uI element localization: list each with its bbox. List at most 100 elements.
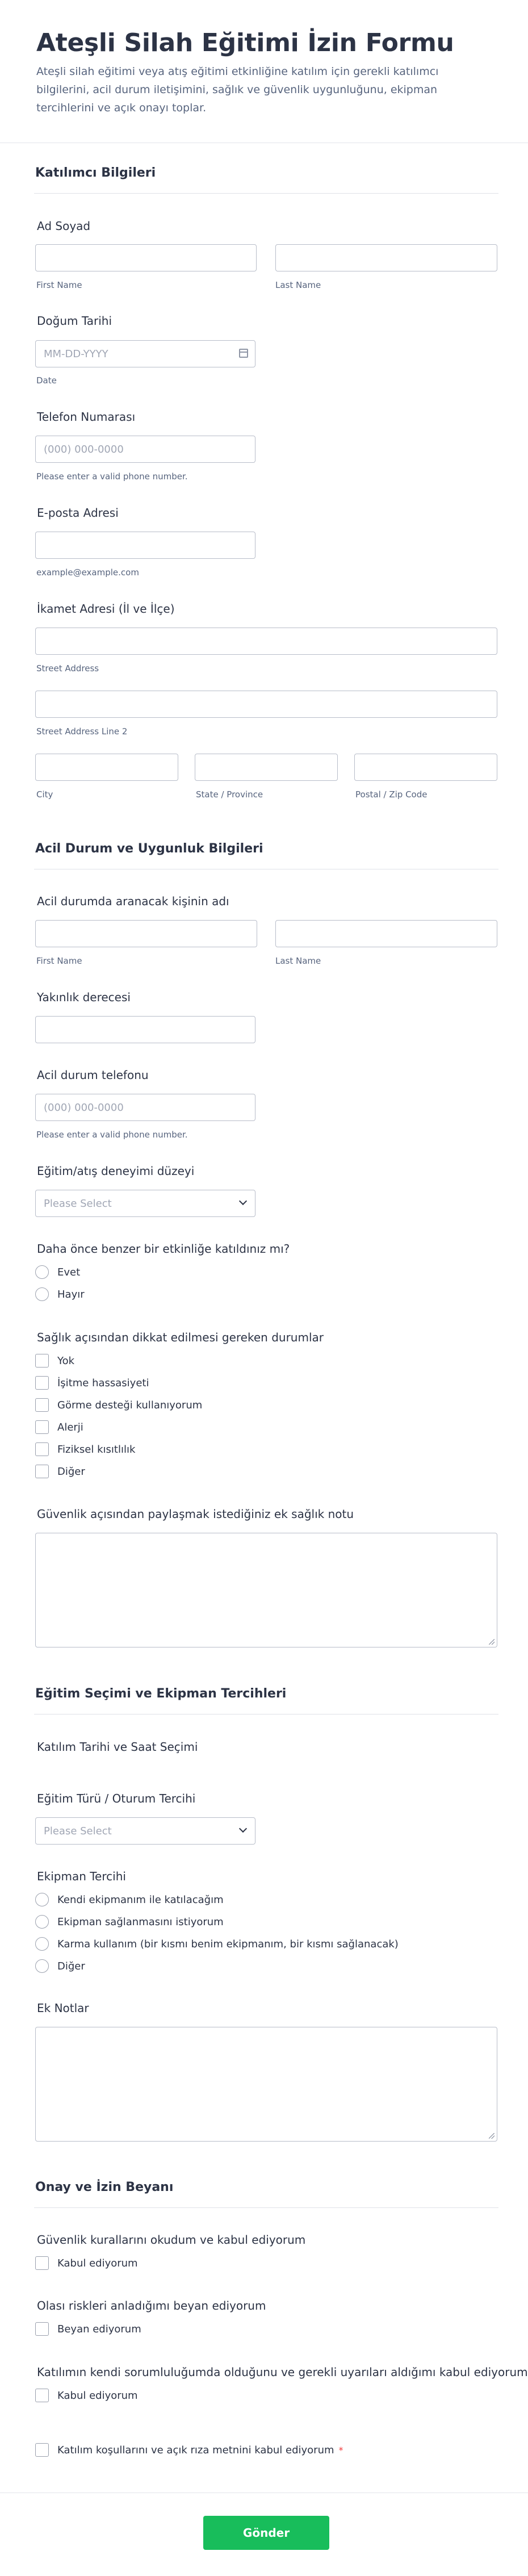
option-label: Evet [57, 1266, 81, 1278]
checkbox[interactable] [35, 1420, 49, 1434]
responsibility-label: Katılımın kendi sorumluluğumda olduğunu … [37, 2365, 528, 2379]
training-type-label: Eğitim Türü / Oturum Tercihi [37, 1792, 196, 1805]
emergency-phone-input[interactable]: (000) 000-0000 [35, 1094, 255, 1121]
option-label: Görme desteği kullanıyorum [57, 1399, 203, 1411]
state-sublabel: State / Province [196, 789, 263, 800]
emergency-contact-label: Acil durumda aranacak kişinin adı [37, 894, 229, 908]
checkbox[interactable] [35, 1465, 49, 1478]
checkbox[interactable] [35, 2443, 49, 2457]
option-label: Diğer [57, 1960, 85, 1972]
datetime-label: Katılım Tarihi ve Saat Seçimi [37, 1740, 198, 1754]
health-option[interactable]: Fiziksel kısıtlılık [35, 1442, 135, 1457]
option-label: Hayır [57, 1288, 85, 1300]
resize-grip-icon[interactable] [489, 1639, 495, 1645]
section-title-participant: Katılımcı Bilgileri [35, 166, 156, 180]
calendar-icon[interactable] [239, 349, 248, 358]
phone-sublabel: Please enter a valid phone number. [36, 471, 188, 482]
option-label: Karma kullanım (bir kısmı benim ekipmanı… [57, 1938, 399, 1950]
street-address-2-input[interactable] [35, 691, 497, 718]
risks-label: Olası riskleri anladığımı beyan ediyorum [37, 2299, 266, 2312]
radio-button[interactable] [35, 1915, 49, 1929]
required-marker: * [338, 2444, 343, 2456]
section-title-emergency: Acil Durum ve Uygunluk Bilgileri [35, 842, 263, 856]
first-name-sublabel: First Name [36, 280, 82, 290]
form-description: Ateşli silah eğitimi veya atış eğitimi e… [36, 65, 439, 114]
equipment-option[interactable]: Karma kullanım (bir kısmı benim ekipmanı… [35, 1937, 399, 1951]
checkbox[interactable] [35, 2256, 49, 2270]
phone-label: Telefon Numarası [37, 410, 136, 424]
first-name-input[interactable] [35, 244, 257, 271]
health-option[interactable]: İşitme hassasiyeti [35, 1375, 149, 1390]
radio-button[interactable] [35, 1959, 49, 1973]
option-label: Yok [57, 1354, 75, 1367]
radio-button[interactable] [35, 1265, 49, 1279]
zip-input[interactable] [354, 754, 497, 781]
email-label: E-posta Adresi [37, 506, 119, 520]
emergency-last-name-input[interactable] [275, 920, 497, 947]
terms-label: Katılım koşullarını ve açık rıza metnini… [57, 2444, 334, 2456]
form-title: Ateşli Silah Eğitimi İzin Formu [36, 28, 454, 57]
state-input[interactable] [195, 754, 338, 781]
city-sublabel: City [36, 789, 53, 800]
health-note-textarea[interactable] [35, 1533, 497, 1647]
option-label: Kabul ediyorum [57, 2389, 138, 2402]
name-label: Ad Soyad [37, 219, 91, 233]
emergency-phone-label: Acil durum telefonu [37, 1068, 149, 1082]
section-title-training: Eğitim Seçimi ve Ekipman Tercihleri [35, 1687, 287, 1701]
attended-option-yes[interactable]: Evet [35, 1265, 80, 1279]
checkbox[interactable] [35, 1442, 49, 1456]
section-title-consent: Onay ve İzin Beyanı [35, 2180, 174, 2194]
health-option[interactable]: Görme desteği kullanıyorum [35, 1398, 202, 1412]
terms-option[interactable]: Katılım koşullarını ve açık rıza metnini… [35, 2443, 343, 2457]
rules-option[interactable]: Kabul ediyorum [35, 2256, 138, 2270]
equipment-option[interactable]: Diğer [35, 1959, 85, 1973]
checkbox[interactable] [35, 1354, 49, 1368]
email-input[interactable] [35, 532, 255, 559]
checkbox[interactable] [35, 2322, 49, 2336]
attended-label: Daha önce benzer bir etkinliğe katıldını… [37, 1242, 290, 1256]
equipment-option[interactable]: Kendi ekipmanım ile katılacağım [35, 1892, 224, 1907]
checkbox[interactable] [35, 1398, 49, 1412]
experience-select[interactable]: Please Select [35, 1190, 255, 1217]
health-option[interactable]: Diğer [35, 1464, 85, 1479]
health-option[interactable]: Yok [35, 1353, 74, 1368]
last-name-input[interactable] [275, 244, 497, 271]
email-sublabel: example@example.com [36, 567, 139, 578]
training-type-placeholder: Please Select [44, 1825, 112, 1837]
attended-option-no[interactable]: Hayır [35, 1287, 85, 1302]
relation-label: Yakınlık derecesi [37, 990, 131, 1004]
chevron-down-icon [238, 1824, 248, 1833]
option-label: Ekipman sağlanmasını istiyorum [57, 1916, 224, 1928]
option-label: Diğer [57, 1465, 85, 1478]
radio-button[interactable] [35, 1893, 49, 1906]
address-label: İkamet Adresi (İl ve İlçe) [37, 602, 175, 616]
checkbox[interactable] [35, 1376, 49, 1390]
equipment-option[interactable]: Ekipman sağlanmasını istiyorum [35, 1914, 224, 1929]
emergency-first-name-input[interactable] [35, 920, 257, 947]
extra-notes-label: Ek Notlar [37, 2001, 89, 2015]
chevron-down-icon [238, 1197, 248, 1206]
checkbox[interactable] [35, 2389, 49, 2402]
dob-sublabel: Date [36, 375, 57, 386]
responsibility-option[interactable]: Kabul ediyorum [35, 2388, 138, 2403]
street-address-input[interactable] [35, 628, 497, 655]
relation-input[interactable] [35, 1016, 255, 1043]
radio-button[interactable] [35, 1287, 49, 1301]
submit-button[interactable]: Gönder [203, 2516, 329, 2550]
training-type-select[interactable]: Please Select [35, 1817, 255, 1845]
resize-grip-icon[interactable] [489, 2133, 495, 2139]
city-input[interactable] [35, 754, 178, 781]
extra-notes-textarea[interactable] [35, 2027, 497, 2142]
dob-placeholder: MM-DD-YYYY [44, 348, 108, 360]
option-label: Fiziksel kısıtlılık [57, 1443, 136, 1456]
equipment-label: Ekipman Tercihi [37, 1870, 126, 1883]
health-option[interactable]: Alerji [35, 1420, 83, 1435]
phone-input[interactable]: (000) 000-0000 [35, 436, 255, 463]
phone-placeholder: (000) 000-0000 [44, 444, 124, 455]
radio-button[interactable] [35, 1937, 49, 1951]
rules-label: Güvenlik kurallarını okudum ve kabul edi… [37, 2233, 306, 2247]
dob-input[interactable]: MM-DD-YYYY [35, 340, 255, 367]
health-label: Sağlık açısından dikkat edilmesi gereken… [37, 1331, 324, 1344]
risks-option[interactable]: Beyan ediyorum [35, 2322, 141, 2336]
experience-placeholder: Please Select [44, 1198, 112, 1210]
